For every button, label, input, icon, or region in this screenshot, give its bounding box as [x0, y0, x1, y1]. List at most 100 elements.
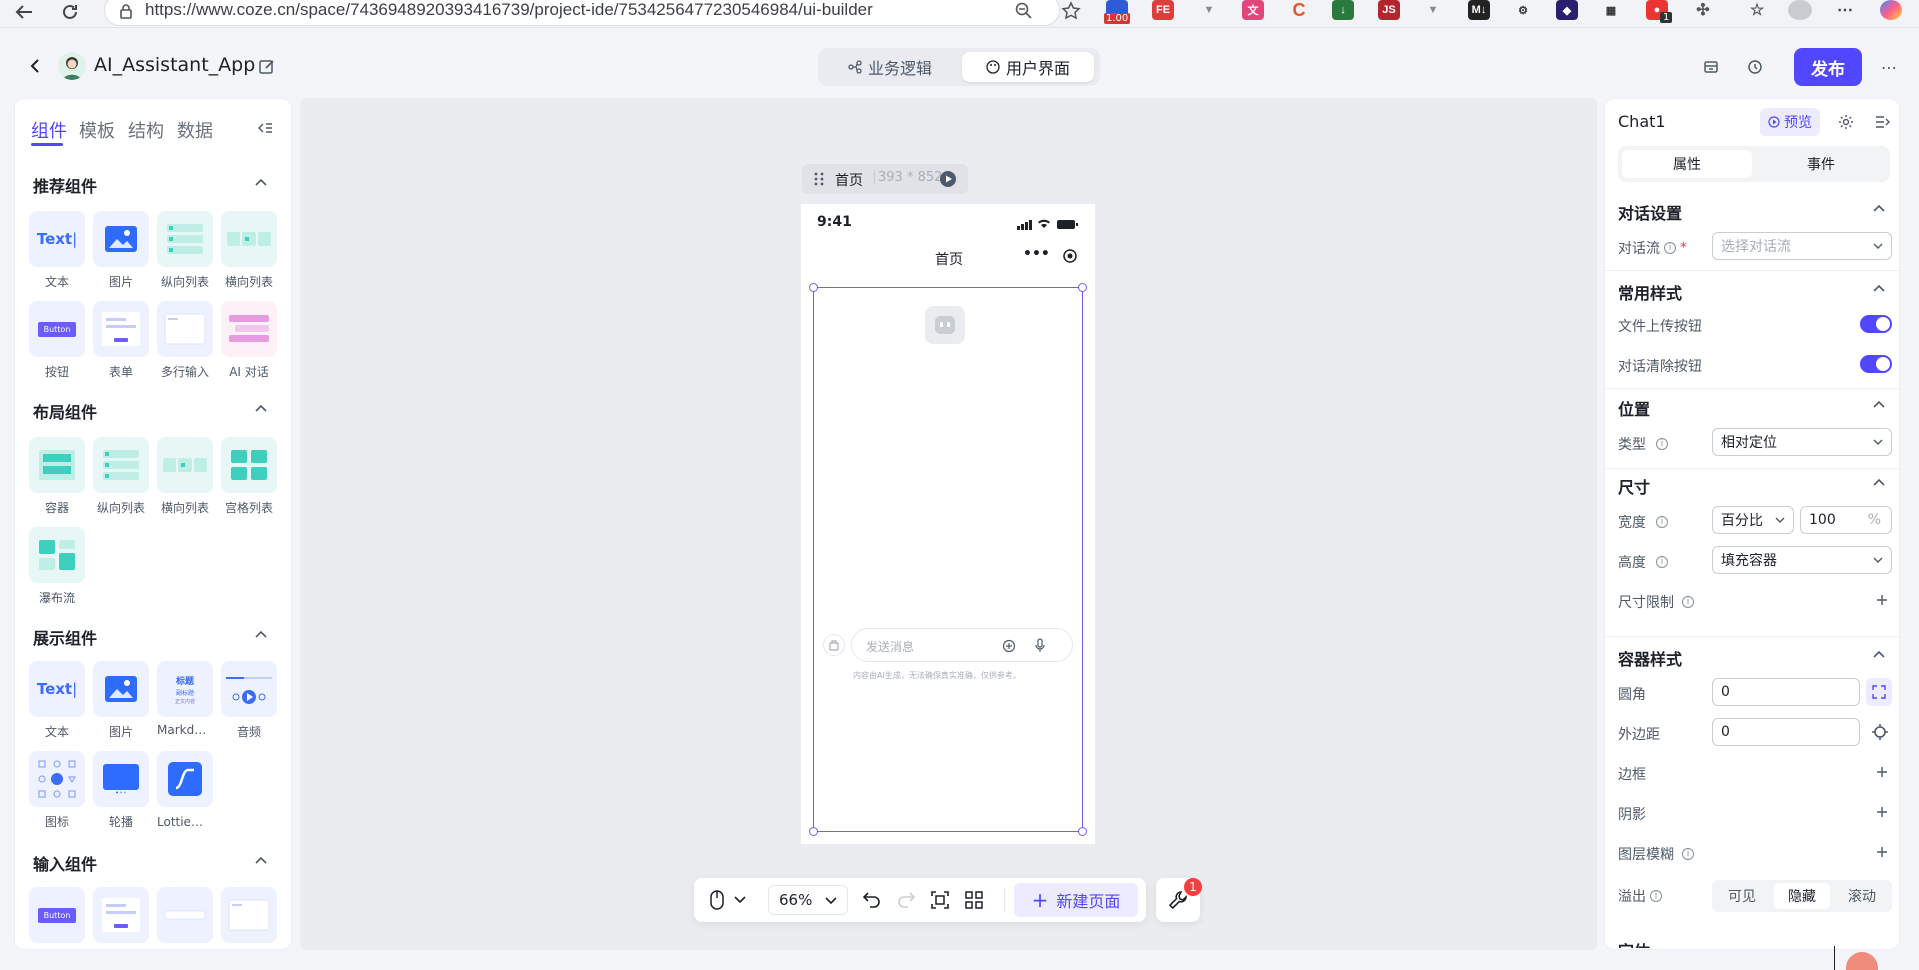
zoom-select[interactable]: 66% [768, 885, 848, 915]
margin-mode-icon[interactable] [1872, 724, 1888, 740]
component-image[interactable]: 图片 [93, 211, 149, 290]
component-input-field[interactable] [157, 887, 213, 943]
radius-mode-button[interactable] [1866, 678, 1892, 706]
address-bar[interactable]: https://www.coze.cn/space/74369489203934… [104, 0, 1081, 26]
ext-v2-icon[interactable]: ▼ [1422, 0, 1444, 20]
chevron-down-icon[interactable] [734, 896, 746, 904]
width-input[interactable]: 100 % [1800, 506, 1892, 534]
radius-input[interactable]: 0 [1712, 678, 1860, 706]
collapse-right-icon[interactable] [1874, 114, 1890, 130]
component-input-button[interactable]: Button [29, 887, 85, 943]
tab-business-logic[interactable]: 业务逻辑 [824, 52, 956, 82]
component-display-text[interactable]: Text | 文本 [29, 661, 85, 740]
overflow-scroll[interactable]: 滚动 [1834, 883, 1890, 909]
drag-handle-icon[interactable] [814, 172, 824, 186]
chevron-up-icon[interactable] [1872, 202, 1886, 216]
component-form[interactable]: 表单 [93, 301, 149, 380]
component-horizontal-list[interactable]: 横向列表 [221, 211, 277, 290]
margin-input[interactable]: 0 [1712, 718, 1860, 746]
collapse-panel-icon[interactable] [257, 121, 273, 135]
mouse-icon[interactable] [710, 890, 724, 910]
component-waterfall[interactable]: 瀑布流 [29, 527, 85, 606]
ext-download-icon[interactable]: ↓ [1332, 0, 1354, 20]
tab-data[interactable]: 数据 [177, 117, 213, 143]
edit-icon[interactable] [258, 58, 276, 76]
tab-properties[interactable]: 属性 [1622, 150, 1752, 178]
tab-structure[interactable]: 结构 [128, 117, 164, 143]
ext-dark-icon[interactable]: ◆ [1556, 0, 1578, 20]
component-audio[interactable]: 音频 [221, 661, 277, 740]
component-container[interactable]: 容器 [29, 437, 85, 516]
component-button[interactable]: Button 按钮 [29, 301, 85, 380]
redo-icon[interactable] [896, 890, 916, 908]
component-text[interactable]: Text | 文本 [29, 211, 85, 290]
chevron-up-icon[interactable] [1872, 648, 1886, 662]
component-horizontal-list-2[interactable]: 横向列表 [157, 437, 213, 516]
component-vertical-list-2[interactable]: 纵向列表 [93, 437, 149, 516]
component-input-multiline[interactable] [221, 887, 277, 943]
zoom-icon[interactable] [1015, 2, 1033, 20]
component-carousel[interactable]: 轮播 [93, 751, 149, 830]
chevron-up-icon[interactable] [1872, 398, 1886, 412]
chevron-up-icon[interactable] [253, 627, 269, 643]
back-icon[interactable] [26, 56, 46, 76]
add-border-icon[interactable] [1876, 766, 1888, 778]
target-icon[interactable] [1063, 249, 1077, 263]
menu-dots-icon[interactable]: ••• [1023, 246, 1050, 262]
chevron-up-icon[interactable] [253, 401, 269, 417]
chevron-up-icon[interactable] [1872, 476, 1886, 490]
ext-v-icon[interactable]: ▼ [1198, 0, 1220, 20]
more-icon[interactable]: ⋯ [1878, 56, 1900, 78]
assistant-bubble[interactable] [1846, 952, 1878, 970]
clear-button-toggle[interactable] [1860, 355, 1892, 373]
component-ai-chat[interactable]: AI 对话 [221, 301, 277, 380]
ext-js-icon[interactable]: JS [1378, 0, 1400, 20]
page-chip[interactable]: 首页 | 393 * 852 [802, 164, 968, 194]
overflow-hidden[interactable]: 隐藏 [1774, 883, 1830, 909]
resize-handle-tl[interactable] [809, 283, 818, 292]
resize-handle-bl[interactable] [809, 827, 818, 836]
chevron-up-icon[interactable] [1872, 282, 1886, 296]
add-shadow-icon[interactable] [1876, 806, 1888, 818]
ext-translate-icon[interactable]: 文 [1242, 0, 1264, 20]
tab-templates[interactable]: 模板 [79, 117, 115, 143]
play-icon[interactable] [940, 171, 956, 187]
puzzle-icon[interactable]: ✣ [1692, 0, 1714, 20]
resize-handle-tr[interactable] [1078, 283, 1087, 292]
undo-icon[interactable] [862, 890, 882, 908]
add-blur-icon[interactable] [1876, 846, 1888, 858]
fit-screen-icon[interactable] [930, 890, 950, 910]
resize-handle-br[interactable] [1078, 827, 1087, 836]
ext-fe-icon[interactable]: FE [1152, 0, 1174, 20]
ext-qr-icon[interactable]: ▦ [1600, 0, 1622, 20]
ext-markdown-icon[interactable]: M↓ [1468, 0, 1490, 20]
height-select[interactable]: 填充容器 [1712, 546, 1892, 574]
star-icon[interactable] [1061, 1, 1081, 21]
position-type-select[interactable]: 相对定位 [1712, 428, 1892, 456]
dialog-flow-select[interactable]: 选择对话流 [1712, 232, 1892, 260]
overflow-visible[interactable]: 可见 [1714, 883, 1770, 909]
more-menu-icon[interactable]: ⋯ [1834, 0, 1856, 20]
component-markdown[interactable]: 标题 副标题 正文内容 Markdo… [157, 661, 213, 737]
component-input-form[interactable] [93, 887, 149, 943]
profile-avatar[interactable] [1788, 0, 1812, 20]
copilot-icon[interactable] [1880, 0, 1902, 20]
tab-user-interface[interactable]: 用户界面 [962, 52, 1094, 82]
add-size-limit-icon[interactable] [1876, 594, 1888, 606]
ext-c-icon[interactable]: C [1288, 0, 1310, 20]
tab-components[interactable]: 组件 [31, 117, 67, 143]
publish-button[interactable]: 发布 [1794, 48, 1862, 86]
favorites-icon[interactable]: ☆ [1746, 0, 1768, 20]
ext-robot-icon[interactable]: ⚙ [1512, 0, 1534, 20]
component-display-image[interactable]: 图片 [93, 661, 149, 740]
width-unit-select[interactable]: 百分比 [1712, 506, 1794, 534]
new-page-button[interactable]: + 新建页面 [1014, 883, 1138, 917]
component-icon[interactable]: 图标 [29, 751, 85, 830]
chevron-up-icon[interactable] [253, 853, 269, 869]
component-vertical-list[interactable]: 纵向列表 [157, 211, 213, 290]
reload-icon[interactable] [56, 0, 84, 24]
back-arrow-icon[interactable] [10, 0, 38, 24]
preview-button[interactable]: 预览 [1760, 108, 1820, 136]
component-grid-list[interactable]: 宫格列表 [221, 437, 277, 516]
chevron-up-icon[interactable] [253, 175, 269, 191]
